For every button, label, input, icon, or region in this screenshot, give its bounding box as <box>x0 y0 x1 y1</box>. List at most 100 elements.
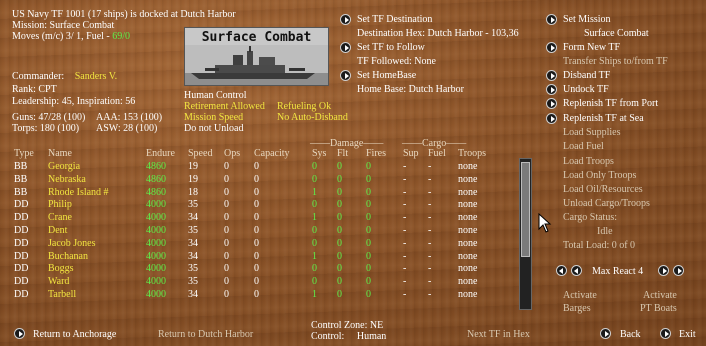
unload-cargo-button[interactable]: Unload Cargo/Troops <box>563 198 650 209</box>
portrait-title: Surface Combat <box>201 30 312 45</box>
right-mission-value: Surface Combat <box>584 28 649 39</box>
pt-boats-label[interactable]: PT Boats <box>640 303 677 314</box>
human-control[interactable]: Human Control <box>184 90 247 101</box>
exit-icon[interactable] <box>660 328 671 339</box>
col-capacity-header: Capacity <box>254 148 290 159</box>
return-anchorage-icon[interactable] <box>14 328 25 339</box>
col-name-cell[interactable]: Crane <box>48 212 72 223</box>
load-oil-button[interactable]: Load Oil/Resources <box>563 184 643 195</box>
return-anchorage-button[interactable]: Return to Anchorage <box>33 329 116 340</box>
load-troops-button[interactable]: Load Troops <box>563 156 614 167</box>
col-troops-cell: none <box>458 263 478 275</box>
col-name-cell[interactable]: Jacob Jones <box>48 238 96 249</box>
col-sys-cell: 1 <box>312 250 317 262</box>
replenish-port-icon[interactable] <box>546 98 557 109</box>
col-speed-cell: 34 <box>188 250 198 262</box>
col-name-cell[interactable]: Philip <box>48 199 72 210</box>
undock-tf-button[interactable]: Undock TF <box>563 84 609 95</box>
col-sys-cell: 1 <box>312 289 317 300</box>
tf-status-line: US Navy TF 1001 (17 ships) is docked at … <box>12 9 236 20</box>
col-fuel-cell: - <box>428 276 432 288</box>
col-speed-cell: 35 <box>188 225 198 236</box>
col-name-cell[interactable]: Tarbell <box>48 289 76 300</box>
form-new-tf-button[interactable]: Form New TF <box>563 42 620 53</box>
unload-toggle[interactable]: Do not Unload <box>184 123 243 134</box>
react-increase-fast-icon[interactable] <box>673 265 684 276</box>
load-only-troops-button[interactable]: Load Only Troops <box>563 170 636 181</box>
set-destination-button[interactable]: Set TF Destination <box>357 14 432 25</box>
react-increase-icon[interactable] <box>658 265 669 276</box>
control-label: Control: <box>311 331 345 342</box>
set-follow-icon[interactable] <box>340 42 351 53</box>
col-endure-cell: 4000 <box>146 276 166 288</box>
auto-disband-toggle[interactable]: No Auto-Disband <box>277 112 348 123</box>
col-fuel-cell: - <box>428 186 432 198</box>
set-follow-button[interactable]: Set TF to Follow <box>357 42 425 53</box>
col-flt-cell: 0 <box>337 250 342 262</box>
col-name-cell[interactable]: Nebraska <box>48 174 86 185</box>
undock-icon[interactable] <box>546 84 557 95</box>
activate-pt-label[interactable]: Activate <box>643 290 677 301</box>
col-name-cell[interactable]: Rhode Island # <box>48 187 109 198</box>
col-endure-cell: 4000 <box>146 225 166 236</box>
activate-barges-label[interactable]: Activate <box>563 290 597 301</box>
replenish-sea-icon[interactable] <box>546 113 557 124</box>
col-flt-header: Flt <box>337 148 349 159</box>
torps-rating: Torps: 180 (100) <box>12 123 80 134</box>
col-name-cell[interactable]: Ward <box>48 276 69 287</box>
col-fires-cell: 0 <box>366 186 371 198</box>
col-sup-cell: - <box>403 186 407 198</box>
react-decrease-fast-icon[interactable] <box>556 265 567 276</box>
load-fuel-button[interactable]: Load Fuel <box>563 141 604 152</box>
barges-label[interactable]: Barges <box>563 303 591 314</box>
set-homebase-button[interactable]: Set HomeBase <box>357 70 416 81</box>
leadership: Leadership: 45, Inspiration: 56 <box>12 96 136 107</box>
return-dutch-button[interactable]: Return to Dutch Harbor <box>158 329 253 340</box>
transfer-ships-button[interactable]: Transfer Ships to/from TF <box>563 56 668 67</box>
col-speed-cell: 18 <box>188 186 198 198</box>
table-scrollbar[interactable] <box>519 158 532 310</box>
col-fuel-header: Fuel <box>428 148 446 159</box>
asw-rating: ASW: 28 (100) <box>96 123 158 134</box>
col-troops-cell: none <box>458 212 478 224</box>
col-name-cell[interactable]: Boggs <box>48 263 74 274</box>
col-fires-cell: 0 <box>366 250 371 262</box>
exit-button[interactable]: Exit <box>679 329 696 340</box>
disband-icon[interactable] <box>546 70 557 81</box>
col-name-cell[interactable]: Georgia <box>48 161 80 172</box>
retirement-toggle[interactable]: Retirement Allowed <box>184 101 265 112</box>
col-troops-cell: none <box>458 225 478 236</box>
col-ops-cell: 0 <box>224 237 229 249</box>
set-mission-button[interactable]: Set Mission <box>563 14 611 25</box>
replenish-sea-button[interactable]: Replenish TF at Sea <box>563 113 644 124</box>
col-fuel-cell: - <box>428 263 432 275</box>
set-homebase-icon[interactable] <box>340 70 351 81</box>
form-new-icon[interactable] <box>546 42 557 53</box>
col-sys-cell: 0 <box>312 263 317 275</box>
set-mission-icon[interactable] <box>546 14 557 25</box>
replenish-port-button[interactable]: Replenish TF from Port <box>563 98 658 109</box>
col-endure-cell: 4000 <box>146 237 166 249</box>
col-sup-cell: - <box>403 276 407 288</box>
commander-name[interactable]: Sanders V. <box>75 71 117 82</box>
react-decrease-icon[interactable] <box>571 265 582 276</box>
col-flt-cell: 0 <box>337 161 342 172</box>
load-supplies-button[interactable]: Load Supplies <box>563 127 621 138</box>
next-tf-button[interactable]: Next TF in Hex <box>467 329 530 340</box>
refueling-toggle[interactable]: Refueling Ok <box>277 101 331 112</box>
mission-speed-toggle[interactable]: Mission Speed <box>184 112 243 123</box>
back-icon[interactable] <box>600 328 611 339</box>
col-name-cell[interactable]: Dent <box>48 225 67 236</box>
scrollbar-thumb[interactable] <box>521 162 530 257</box>
col-name-cell[interactable]: Buchanan <box>48 251 88 262</box>
col-name-header[interactable]: Name <box>48 148 72 159</box>
battleship-image <box>185 45 328 85</box>
col-flt-cell: 0 <box>337 186 342 198</box>
col-sup-cell: - <box>403 250 407 262</box>
total-load: Total Load: 0 of 0 <box>563 240 636 251</box>
set-destination-icon[interactable] <box>340 14 351 25</box>
disband-tf-button[interactable]: Disband TF <box>563 70 610 81</box>
col-capacity-cell: 0 <box>254 289 259 300</box>
col-fuel-cell: - <box>428 237 432 249</box>
back-button[interactable]: Back <box>620 329 641 340</box>
